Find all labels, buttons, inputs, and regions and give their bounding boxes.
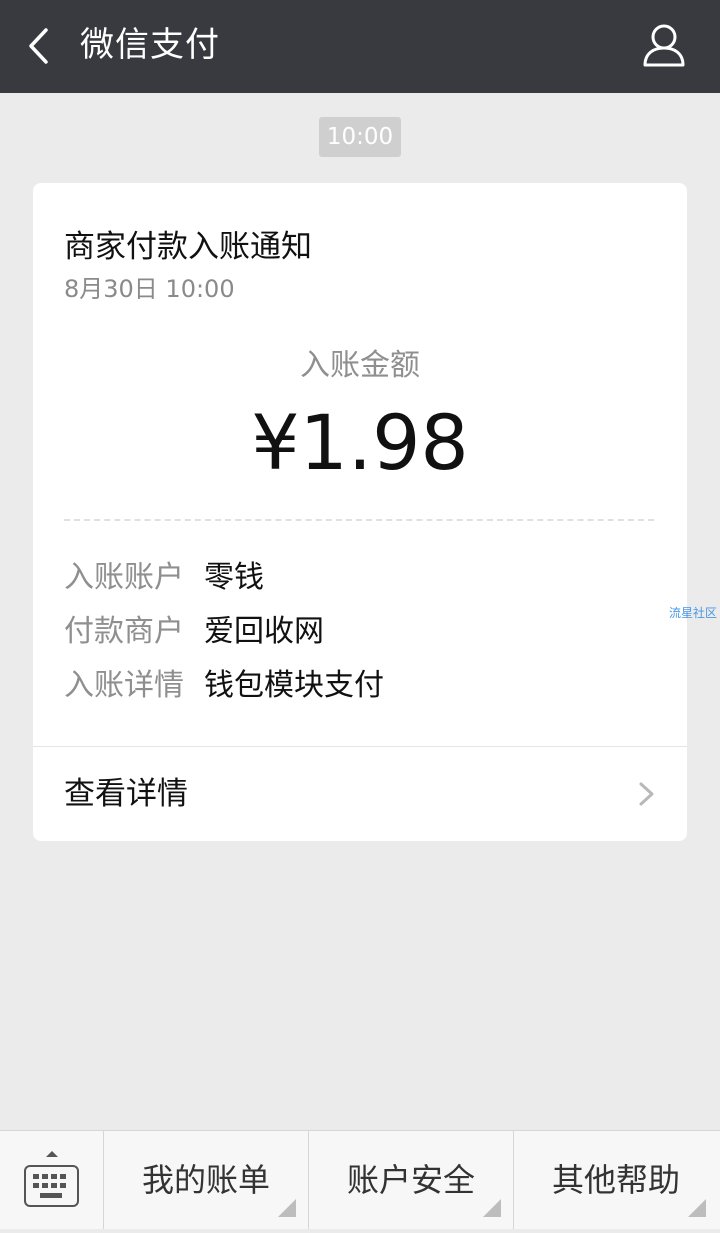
payment-notification-card: 商家付款入账通知 8月30日 10:00 入账金额 ¥1.98 入账账户 零钱 付… [33, 183, 687, 841]
menu-account-security[interactable]: 账户安全 [308, 1131, 513, 1229]
bottom-menu-bar: 我的账单 账户安全 其他帮助 [0, 1130, 720, 1229]
amount-label: 入账金额 [300, 348, 420, 383]
view-details-link[interactable]: 查看详情 [33, 747, 687, 841]
info-row-merchant: 付款商户 爱回收网 [64, 610, 324, 654]
amount-value: ¥1.98 [251, 398, 469, 487]
chevron-left-icon [29, 28, 48, 64]
info-value: 爱回收网 [204, 614, 324, 649]
top-bar: 微信支付 [0, 0, 720, 93]
card-date: 8月30日 10:00 [64, 275, 235, 303]
info-value: 零钱 [204, 560, 264, 595]
submenu-indicator-icon [278, 1199, 296, 1217]
info-label: 入账账户 [64, 560, 184, 595]
menu-label: 我的账单 [141, 1161, 270, 1199]
info-value: 钱包模块支付 [204, 668, 384, 703]
timestamp-badge: 10:00 [319, 117, 401, 157]
dashed-divider [64, 519, 654, 521]
submenu-indicator-icon [688, 1199, 706, 1217]
view-details-label: 查看详情 [64, 776, 188, 812]
watermark-text: 流星社区 [669, 606, 718, 620]
page-title: 微信支付 [80, 25, 220, 65]
info-label: 付款商户 [64, 614, 184, 649]
submenu-indicator-icon [483, 1199, 501, 1217]
menu-label: 其他帮助 [551, 1161, 680, 1199]
info-label: 入账详情 [64, 668, 184, 703]
info-row-account: 入账账户 零钱 [64, 556, 264, 600]
keyboard-toggle-button[interactable] [0, 1131, 102, 1229]
card-title: 商家付款入账通知 [64, 229, 312, 265]
menu-other-help[interactable]: 其他帮助 [513, 1131, 718, 1229]
chevron-right-icon [639, 782, 654, 806]
profile-button[interactable] [638, 22, 690, 70]
keyboard-icon [24, 1151, 79, 1207]
back-button[interactable] [22, 24, 62, 68]
menu-label: 账户安全 [346, 1161, 475, 1199]
menu-my-bills[interactable]: 我的账单 [103, 1131, 308, 1229]
info-row-detail: 入账详情 钱包模块支付 [64, 664, 384, 708]
person-icon [643, 24, 685, 67]
